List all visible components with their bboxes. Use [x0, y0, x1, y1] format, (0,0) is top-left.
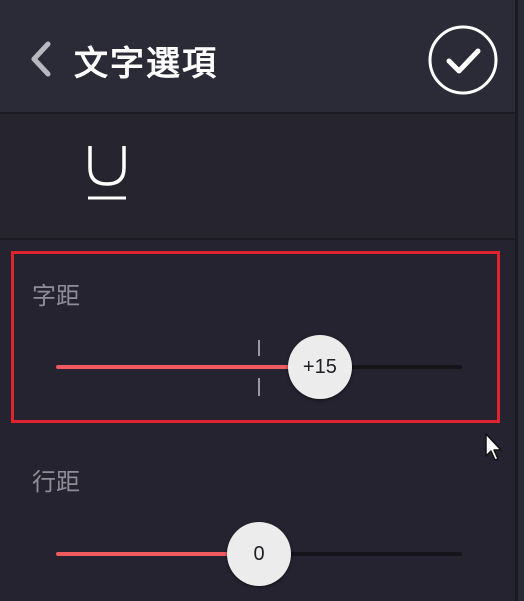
back-button[interactable] [24, 38, 58, 80]
line-spacing-label: 行距 [32, 468, 80, 496]
text-options-panel: 文字選項 字距 +15 行距 0 [0, 0, 518, 601]
line-spacing-value: 0 [253, 542, 265, 565]
default-position-marker [258, 340, 260, 396]
panel-edge [518, 0, 524, 601]
check-circle-icon [428, 25, 498, 95]
page-title: 文字選項 [74, 44, 218, 84]
line-spacing-thumb[interactable]: 0 [227, 522, 291, 586]
letter-spacing-label: 字距 [32, 282, 80, 310]
highlight-box [11, 251, 500, 423]
letter-spacing-value: +15 [302, 355, 337, 378]
underline-icon [88, 146, 126, 200]
confirm-button[interactable] [428, 25, 498, 95]
underline-button[interactable] [84, 138, 130, 208]
letter-spacing-fill [56, 365, 320, 369]
mouse-cursor-icon [484, 432, 504, 462]
letter-spacing-thumb[interactable]: +15 [287, 335, 352, 399]
chevron-left-icon [31, 41, 51, 77]
header-bar: 文字選項 [0, 0, 515, 114]
text-style-row [0, 114, 515, 240]
